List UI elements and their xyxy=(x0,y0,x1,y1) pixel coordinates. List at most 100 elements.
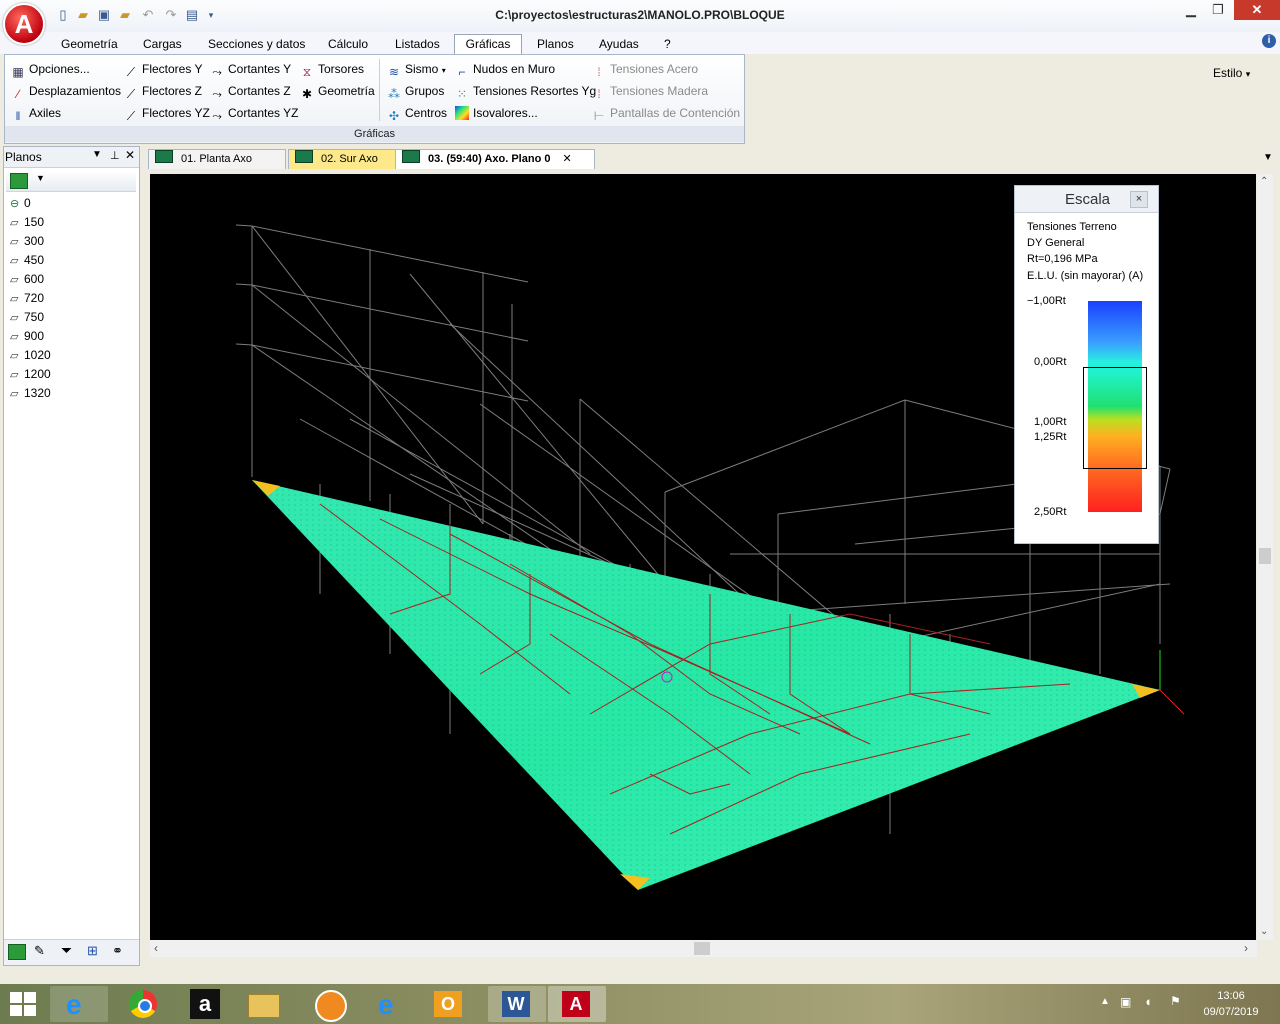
scroll-up-icon[interactable]: ⌃ xyxy=(1260,176,1268,187)
chevron-down-icon[interactable]: ▼ xyxy=(36,173,45,183)
opciones-button[interactable]: ▦ Opciones... xyxy=(11,60,89,79)
scale-tick-label: 2,50Rt xyxy=(1034,506,1067,518)
sismo-button[interactable]: ≋ Sismo ▾ xyxy=(387,60,446,79)
app-logo[interactable]: A xyxy=(3,3,45,45)
binoculars-icon[interactable]: ⚭ xyxy=(112,943,123,959)
escala-line4: E.L.U. (sin mayorar) (A) xyxy=(1027,270,1144,282)
scale-tick-label: −1,00Rt xyxy=(1027,295,1066,307)
view-icon xyxy=(155,150,173,163)
tab-graficas[interactable]: Gráficas xyxy=(454,34,522,54)
restore-icon[interactable]: ❐ xyxy=(1206,0,1230,20)
plano-item[interactable]: ▱ 450 xyxy=(10,251,44,270)
plano-item[interactable]: ▱ 150 xyxy=(10,213,44,232)
tab-help[interactable]: ? xyxy=(664,35,671,54)
plano-item[interactable]: ▱ 300 xyxy=(10,232,44,251)
scroll-thumb[interactable] xyxy=(1259,548,1271,564)
ie-taskbar-icon[interactable]: e xyxy=(50,986,108,1022)
nudos-muro-icon: ⌐ xyxy=(458,65,466,79)
plano-item[interactable]: ▱ 1320 xyxy=(10,384,51,403)
doc-tab-planta[interactable]: 01. Planta Axo xyxy=(148,149,286,169)
tab-planos[interactable]: Planos xyxy=(537,35,574,54)
scroll-thumb[interactable] xyxy=(694,942,710,955)
app-taskbar-icon[interactable] xyxy=(300,986,358,1022)
3d-viewport[interactable]: Escala × Tensiones Terreno DY General Rt… xyxy=(150,174,1256,940)
doc-tab-axo-plano[interactable]: 03. (59:40) Axo. Plano 0 ✕ xyxy=(395,149,595,169)
clock-date[interactable]: 09/07/2019 xyxy=(1196,1006,1266,1018)
plano-item[interactable]: ▱ 720 xyxy=(10,289,44,308)
desplazamientos-button[interactable]: ∕ Desplazamientos xyxy=(11,82,121,101)
close-icon[interactable]: ✕ xyxy=(125,148,135,162)
style-menu[interactable]: Estilo ▾ xyxy=(1213,66,1250,80)
tab-list-dropdown-icon[interactable]: ▼ xyxy=(1263,152,1273,163)
ie-taskbar-icon[interactable]: e xyxy=(362,986,420,1022)
tab-calculo[interactable]: Cálculo xyxy=(328,35,368,54)
plano-item[interactable]: ▱ 750 xyxy=(10,308,44,327)
horizontal-scrollbar[interactable]: ‹ › xyxy=(150,940,1257,957)
filter-icon[interactable]: ⏷ xyxy=(61,942,72,959)
plano-item[interactable]: ▱ 900 xyxy=(10,327,44,346)
word-taskbar-icon[interactable]: W xyxy=(488,986,546,1022)
cortantes-y-button[interactable]: ⤳ Cortantes Y xyxy=(210,60,291,79)
geometria-button[interactable]: ✱ Geometría xyxy=(300,82,375,101)
flectores-yz-button[interactable]: ⟋ Flectores YZ xyxy=(124,104,210,123)
geometria-icon: ✱ xyxy=(301,87,313,101)
tensiones-acero-button[interactable]: ⁞ Tensiones Acero xyxy=(592,60,698,79)
pin-icon[interactable]: ⊥ xyxy=(110,149,120,162)
escala-line3: Rt=0,196 MPa xyxy=(1027,253,1098,265)
clock-time[interactable]: 13:06 xyxy=(1196,990,1266,1002)
close-icon[interactable]: × xyxy=(1130,191,1148,208)
axiles-button[interactable]: ‖ Axiles xyxy=(11,104,62,123)
tab-cargas[interactable]: Cargas xyxy=(143,35,182,54)
scroll-down-icon[interactable]: ⌄ xyxy=(1260,926,1268,937)
pantallas-contencion-button[interactable]: ⊢ Pantallas de Contención xyxy=(592,104,740,123)
chrome-taskbar-icon[interactable] xyxy=(115,986,173,1022)
cortantes-yz-button[interactable]: ⤳ Cortantes YZ xyxy=(210,104,298,123)
tensiones-madera-button[interactable]: ⁞ Tensiones Madera xyxy=(592,82,708,101)
tray-chevron-icon[interactable]: ▲ xyxy=(1100,996,1110,1007)
building-icon[interactable] xyxy=(10,173,28,189)
escala-line1: Tensiones Terreno xyxy=(1027,221,1117,233)
tab-secciones[interactable]: Secciones y datos xyxy=(208,35,305,54)
chevron-down-icon[interactable]: ▼ xyxy=(92,149,102,160)
outlook-taskbar-icon[interactable]: O xyxy=(420,986,478,1022)
plano-item[interactable]: ▱ 1020 xyxy=(10,346,51,365)
close-icon[interactable]: ✕ xyxy=(562,153,571,165)
grupos-button[interactable]: ⁂ Grupos xyxy=(387,82,444,101)
tab-listados[interactable]: Listados xyxy=(395,35,440,54)
minimize-icon[interactable]: ▁ xyxy=(1180,0,1202,20)
windows-start-icon[interactable] xyxy=(10,992,36,1016)
close-icon[interactable]: ✕ xyxy=(1234,0,1280,20)
isovalores-button[interactable]: Isovalores... xyxy=(455,104,538,122)
centros-button[interactable]: ✣ Centros xyxy=(387,104,447,123)
ribbon-group-label: Gráficas xyxy=(5,126,744,142)
plano-item[interactable]: ⊖ 0 xyxy=(10,194,31,213)
plane-icon: ⊖ xyxy=(10,198,20,210)
tensiones-resortes-button[interactable]: ⁙ Tensiones Resortes Yg xyxy=(455,82,596,101)
flectores-z-button[interactable]: ⟋ Flectores Z xyxy=(124,82,202,101)
flectores-y-button[interactable]: ⟋ Flectores Y xyxy=(124,60,203,79)
plano-item[interactable]: ▱ 600 xyxy=(10,270,44,289)
scroll-right-icon[interactable]: › xyxy=(1244,941,1248,955)
edit-plane-icon[interactable]: ✎ xyxy=(34,943,45,959)
tricalc-taskbar-icon[interactable]: A xyxy=(548,986,606,1022)
amazon-taskbar-icon[interactable]: a xyxy=(178,986,236,1022)
planos-footer-toolbar: ✎ ⏷ ⊞ ⚭ xyxy=(4,939,139,965)
desplazamientos-icon: ∕ xyxy=(16,87,19,101)
cortantes-z-button[interactable]: ⤳ Cortantes Z xyxy=(210,82,291,101)
scroll-left-icon[interactable]: ‹ xyxy=(154,941,158,955)
torsores-button[interactable]: ⧖ Torsores xyxy=(300,60,364,79)
grid-icon[interactable]: ⊞ xyxy=(87,943,98,959)
tab-geometria[interactable]: Geometría xyxy=(61,35,118,54)
building-icon[interactable] xyxy=(8,944,26,960)
action-center-icon[interactable]: ⚑ xyxy=(1170,994,1181,1008)
tab-ayudas[interactable]: Ayudas xyxy=(599,35,639,54)
volume-icon[interactable]: ◖ xyxy=(1144,994,1152,1009)
help-icon[interactable]: i xyxy=(1262,34,1276,48)
scale-tick-label: 1,00Rt xyxy=(1034,416,1067,428)
file-explorer-taskbar-icon[interactable] xyxy=(235,986,293,1022)
vertical-scrollbar[interactable]: ⌃ ⌄ xyxy=(1257,174,1273,940)
plano-item[interactable]: ▱ 1200 xyxy=(10,365,51,384)
nudos-muro-button[interactable]: ⌐ Nudos en Muro xyxy=(455,60,555,79)
doc-tab-sur[interactable]: 02. Sur Axo xyxy=(288,149,398,169)
network-icon[interactable]: ▣ xyxy=(1120,995,1131,1009)
